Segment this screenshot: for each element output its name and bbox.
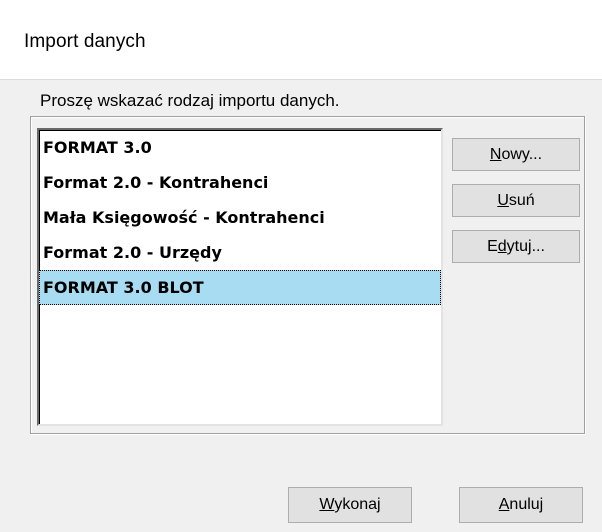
execute-button-label: ykonaj: [334, 496, 381, 513]
execute-button-mnemonic: W: [319, 496, 335, 513]
edit-button-label: ytuj...: [506, 238, 545, 255]
edit-button-mnemonic: d: [497, 238, 507, 255]
new-button-mnemonic: N: [489, 146, 502, 163]
edit-button[interactable]: Edytuj...: [452, 230, 580, 263]
list-item-mala-ksiegowosc-kontrahenci[interactable]: Mała Księgowość - Kontrahenci: [39, 200, 441, 235]
import-format-listbox[interactable]: FORMAT 3.0 Format 2.0 - Kontrahenci Mała…: [37, 128, 443, 426]
new-button-label: owy...: [501, 146, 543, 163]
import-format-list: FORMAT 3.0 Format 2.0 - Kontrahenci Mała…: [39, 130, 441, 305]
execute-button[interactable]: Wykonaj: [288, 487, 412, 523]
list-item-format-3-0-blot[interactable]: FORMAT 3.0 BLOT: [39, 270, 441, 305]
import-type-prompt: Proszę wskazać rodzaj importu danych.: [40, 91, 340, 110]
dialog-title-bar[interactable]: Import danych: [0, 0, 602, 80]
delete-button-mnemonic: U: [497, 192, 509, 209]
list-item-format-2-0-kontrahenci[interactable]: Format 2.0 - Kontrahenci: [39, 165, 441, 200]
delete-button-label: suń: [508, 192, 535, 209]
list-item-format-2-0-urzedy[interactable]: Format 2.0 - Urzędy: [39, 235, 441, 270]
edit-button-prefix: E: [487, 238, 498, 255]
cancel-button[interactable]: Anuluj: [459, 487, 583, 523]
new-button[interactable]: Nowy...: [452, 138, 580, 171]
cancel-button-mnemonic: A: [498, 496, 510, 513]
delete-button[interactable]: Usuń: [452, 184, 580, 217]
cancel-button-label: nuluj: [509, 496, 544, 513]
dialog-title: Import danych: [24, 31, 146, 52]
list-item-format-3-0[interactable]: FORMAT 3.0: [39, 130, 441, 165]
